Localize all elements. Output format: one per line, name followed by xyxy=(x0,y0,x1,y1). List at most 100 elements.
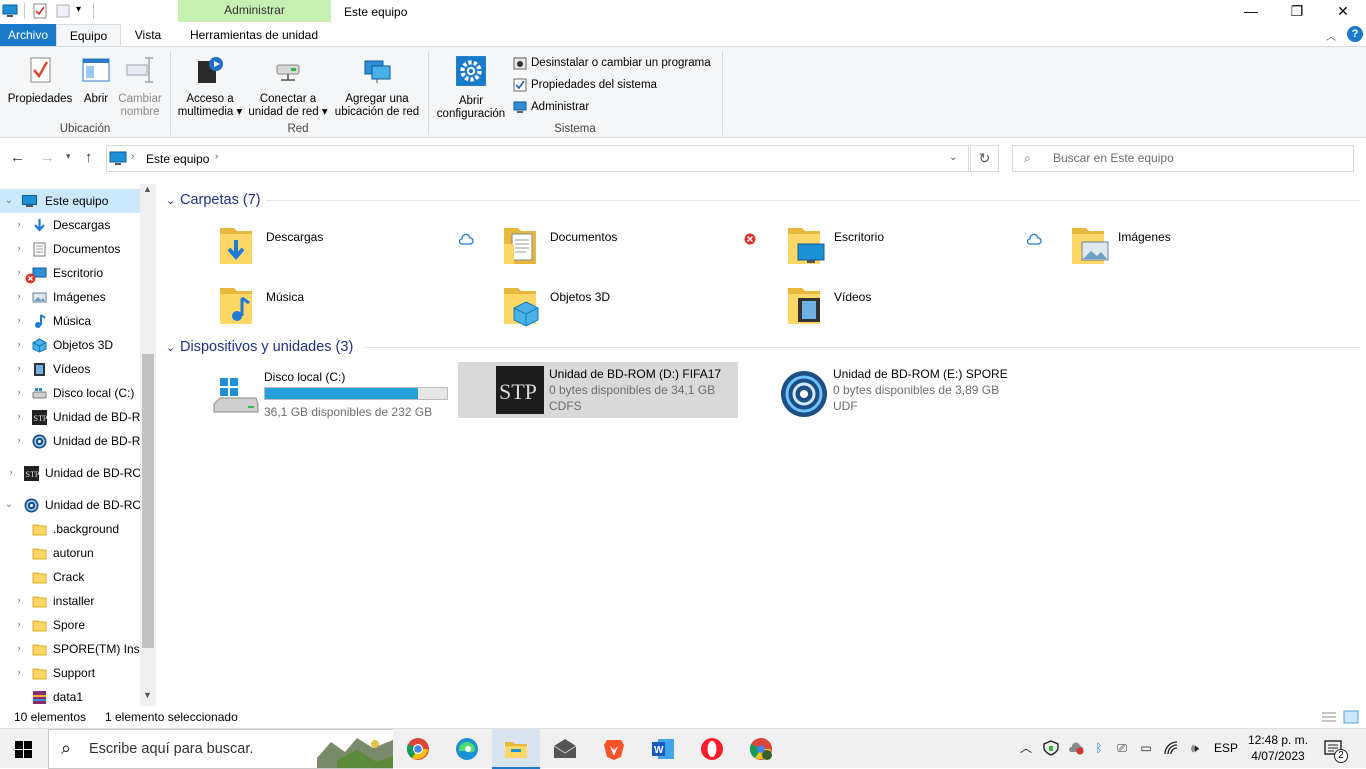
chevron-right-icon[interactable]: › xyxy=(14,213,24,237)
taskbar-chrome-profile[interactable] xyxy=(737,729,785,769)
help-icon[interactable]: ? xyxy=(1347,26,1363,42)
nav-item-bdrom-e[interactable]: › Unidad de BD-ROM (E:) SPORE xyxy=(0,429,140,453)
drive-d-selected[interactable]: STP Unidad de BD-ROM (D:) FIFA17 0 bytes… xyxy=(458,362,738,418)
collapse-ribbon-icon[interactable]: ︿ xyxy=(1326,28,1336,43)
chevron-right-icon[interactable]: › xyxy=(6,461,16,485)
nav-item-bdrom-d[interactable]: › STP Unidad de BD-ROM (D:) FIFA17 xyxy=(0,405,140,429)
wifi-icon[interactable] xyxy=(1163,740,1179,756)
nav-item-autorun[interactable]: autorun xyxy=(0,541,140,565)
scroll-down-icon[interactable]: ▼ xyxy=(143,690,152,700)
nav-item-bdrom-d-root[interactable]: › STP Unidad de BD-ROM (D:) FIFA17 xyxy=(0,461,140,485)
folder-objetos-3d[interactable]: Objetos 3D xyxy=(502,282,786,338)
chevron-right-icon[interactable]: › xyxy=(14,405,24,429)
breadcrumb-este-equipo[interactable]: Este equipo xyxy=(146,152,209,166)
breadcrumb-chevron-icon[interactable]: › xyxy=(131,151,134,162)
taskbar-file-explorer[interactable] xyxy=(492,729,540,769)
drive-e[interactable]: Unidad de BD-ROM (E:) SPORE 0 bytes disp… xyxy=(780,366,1040,422)
volume-icon[interactable]: 🕪 xyxy=(1186,739,1204,757)
properties-button[interactable]: Propiedades xyxy=(6,55,74,106)
details-view-icon[interactable] xyxy=(1321,710,1337,724)
rename-button[interactable]: Cambiar nombre xyxy=(118,55,162,119)
chevron-right-icon[interactable]: › xyxy=(14,309,24,333)
language-indicator[interactable]: ESP xyxy=(1214,741,1238,755)
search-input[interactable]: Buscar en Este equipo xyxy=(1012,145,1354,172)
media-access-button[interactable]: Acceso a multimedia ▾ xyxy=(176,55,244,119)
folder-descargas[interactable]: Descargas xyxy=(218,222,502,278)
security-shield-icon[interactable] xyxy=(1043,740,1059,756)
nav-item-installer[interactable]: › installer xyxy=(0,589,140,613)
nav-item-spore[interactable]: › Spore xyxy=(0,613,140,637)
chevron-right-icon[interactable]: › xyxy=(14,613,24,637)
nav-scrollbar[interactable]: ▲ ▼ xyxy=(140,184,156,706)
clock[interactable]: 12:48 p. m. 4/07/2023 xyxy=(1246,732,1310,764)
taskbar-brave[interactable] xyxy=(590,729,638,769)
nav-item-crack[interactable]: Crack xyxy=(0,565,140,589)
open-settings-button[interactable]: Abrir configuración xyxy=(434,55,508,121)
open-button[interactable]: Abrir xyxy=(78,55,114,106)
folder-musica[interactable]: Música xyxy=(218,282,502,338)
tab-herramientas-de-unidad[interactable]: Herramientas de unidad xyxy=(180,24,328,46)
device-icon[interactable]: ⎚ xyxy=(1113,739,1131,757)
nav-item-este-equipo[interactable]: ⌄ Este equipo xyxy=(0,189,140,213)
folder-escritorio[interactable]: Escritorio xyxy=(786,222,1070,278)
scroll-up-icon[interactable]: ▲ xyxy=(143,184,152,194)
chevron-down-icon[interactable]: ⌄ xyxy=(4,493,14,517)
show-hidden-icons[interactable]: ︿ xyxy=(1017,739,1035,757)
nav-item-videos[interactable]: › Vídeos xyxy=(0,357,140,381)
chevron-right-icon[interactable]: › xyxy=(14,285,24,309)
chevron-right-icon[interactable]: › xyxy=(14,357,24,381)
chevron-right-icon[interactable]: › xyxy=(14,237,24,261)
taskbar-opera[interactable] xyxy=(688,729,736,769)
computer-icon[interactable] xyxy=(2,4,18,18)
recent-locations-icon[interactable]: ▾ xyxy=(66,151,71,162)
forward-arrow-icon[interactable]: → xyxy=(40,149,55,166)
nav-item-documentos[interactable]: › Documentos xyxy=(0,237,140,261)
uninstall-program-button[interactable]: Desinstalar o cambiar un programa xyxy=(513,53,711,73)
minimize-button[interactable]: — xyxy=(1228,0,1274,24)
new-folder-icon[interactable] xyxy=(56,4,70,18)
nav-item-data1[interactable]: data1 xyxy=(0,685,140,706)
map-network-drive-button[interactable]: Conectar a unidad de red ▾ xyxy=(246,55,330,119)
address-bar[interactable]: › Este equipo › ⌄ xyxy=(106,145,969,172)
chevron-right-icon[interactable]: › xyxy=(14,381,24,405)
manage-button[interactable]: Administrar xyxy=(513,97,589,117)
nav-item-objetos-3d[interactable]: › Objetos 3D xyxy=(0,333,140,357)
tab-vista[interactable]: Vista xyxy=(124,24,172,46)
taskbar-search-input[interactable]: ⌕ Escribe aquí para buscar. xyxy=(48,729,393,769)
nav-item-background[interactable]: .background xyxy=(0,517,140,541)
folder-videos[interactable]: Vídeos xyxy=(786,282,1070,338)
system-properties-button[interactable]: Propiedades del sistema xyxy=(513,75,657,95)
close-button[interactable]: ✕ xyxy=(1320,0,1366,24)
address-dropdown-icon[interactable]: ⌄ xyxy=(949,152,957,163)
customize-quick-access-icon[interactable]: ▾ xyxy=(76,4,81,15)
nav-item-imagenes[interactable]: › Imágenes xyxy=(0,285,140,309)
nav-item-disco-local-c[interactable]: › Disco local (C:) xyxy=(0,381,140,405)
onedrive-error-icon[interactable] xyxy=(1067,741,1085,755)
nav-item-spore-installer[interactable]: › SPORE(TM) Installer xyxy=(0,637,140,661)
chevron-right-icon[interactable]: › xyxy=(14,333,24,357)
breadcrumb-chevron-icon[interactable]: › xyxy=(215,151,218,162)
battery-icon[interactable]: ▭ xyxy=(1137,739,1155,757)
nav-item-musica[interactable]: › Música xyxy=(0,309,140,333)
chevron-right-icon[interactable]: › xyxy=(14,261,24,285)
taskbar-edge[interactable] xyxy=(443,729,491,769)
tab-archivo[interactable]: Archivo xyxy=(0,24,56,46)
maximize-button[interactable]: ❐ xyxy=(1274,0,1320,24)
chevron-right-icon[interactable]: › xyxy=(14,589,24,613)
tab-equipo[interactable]: Equipo xyxy=(56,24,121,47)
refresh-button[interactable]: ↻ xyxy=(970,145,999,172)
chevron-down-icon[interactable]: ⌄ xyxy=(4,189,14,213)
group-header-carpetas[interactable]: ⌄ Carpetas (7) xyxy=(166,189,261,211)
properties-icon[interactable] xyxy=(33,3,47,19)
chevron-right-icon[interactable]: › xyxy=(14,661,24,685)
drive-c[interactable]: Disco local (C:) 36,1 GB disponibles de … xyxy=(212,368,452,424)
scrollbar-thumb[interactable] xyxy=(142,354,154,648)
nav-item-bdrom-e-root[interactable]: ⌄ Unidad de BD-ROM (E:) SPORE xyxy=(0,493,140,517)
nav-item-descargas[interactable]: › Descargas xyxy=(0,213,140,237)
nav-item-support[interactable]: › Support xyxy=(0,661,140,685)
nav-item-escritorio[interactable]: › Escritorio xyxy=(0,261,140,285)
chevron-right-icon[interactable]: › xyxy=(14,637,24,661)
group-header-dispositivos[interactable]: ⌄ Dispositivos y unidades (3) xyxy=(166,336,353,358)
folder-documentos[interactable]: Documentos xyxy=(502,222,786,278)
taskbar-word[interactable]: W xyxy=(639,729,687,769)
